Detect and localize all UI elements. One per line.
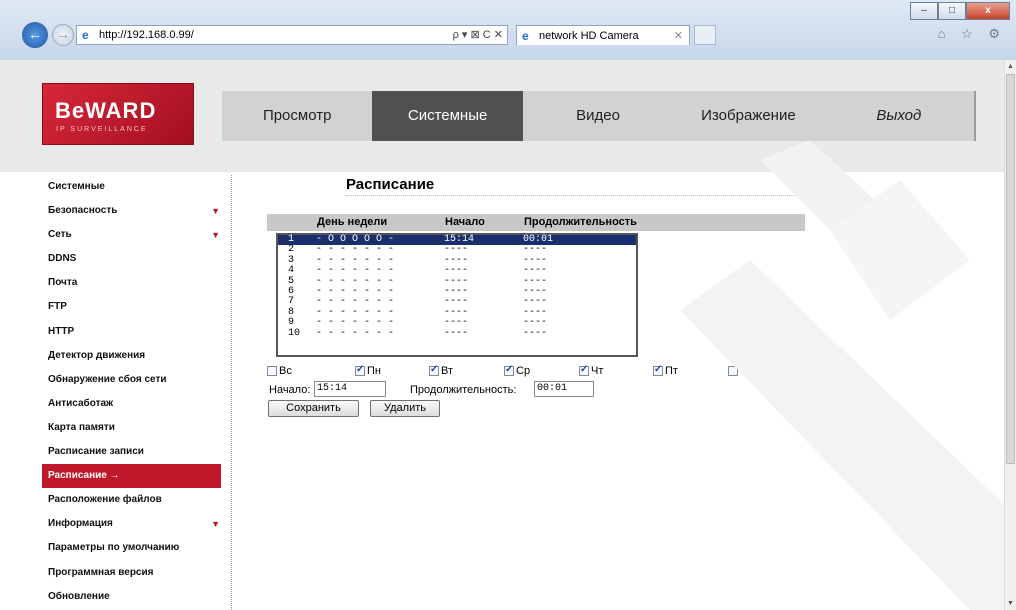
top-menu: Просмотр Системные Видео Изображение Вых…: [222, 91, 976, 141]
new-tab-button[interactable]: [694, 25, 716, 45]
sidebar-item-ddns[interactable]: DDNS: [42, 247, 232, 271]
expand-arrow-icon[interactable]: ▼: [211, 512, 220, 536]
logo-brand: BeWARD: [55, 98, 157, 123]
sidebar-item-label: Сеть: [48, 229, 72, 241]
checkbox-wed[interactable]: Ср: [504, 364, 530, 377]
tab-ie-icon: e: [522, 29, 529, 43]
checkbox-box[interactable]: [504, 364, 514, 376]
sidebar-item-ftp[interactable]: FTP: [42, 295, 232, 319]
schedule-list[interactable]: 1- O O O O O -15:14 00:01 2- - - - - - --…: [276, 233, 638, 357]
tab-close-icon[interactable]: ✕: [674, 29, 683, 42]
delete-button[interactable]: Удалить: [370, 400, 440, 417]
back-icon[interactable]: ←: [22, 22, 48, 48]
duration-label: Продолжительность:: [410, 384, 517, 396]
column-day: День недели: [317, 216, 388, 228]
maximize-button[interactable]: □: [938, 2, 966, 20]
sidebar-item-motion-detector[interactable]: Детектор движения: [42, 344, 232, 368]
sidebar-item-label: Параметры по умолчанию: [48, 542, 180, 554]
sidebar-item-label: Обновление: [48, 590, 110, 602]
sidebar-item-network-failure[interactable]: Обнаружение сбоя сети: [42, 368, 232, 392]
sidebar-item-security[interactable]: Безопасность ▼: [42, 199, 232, 223]
menu-video[interactable]: Видео: [523, 91, 673, 141]
web-page: BeWARD IP SURVEILLANCE Просмотр Системны…: [0, 60, 1004, 610]
expand-arrow-icon[interactable]: ▼: [211, 223, 220, 247]
sidebar-item-label: DDNS: [48, 253, 77, 265]
address-bar[interactable]: e http://192.168.0.99/ ρ ▾ ⊠ C ✕: [76, 25, 508, 45]
logo-tagline: IP SURVEILLANCE: [56, 126, 148, 133]
sidebar-item-network[interactable]: Сеть ▼: [42, 223, 232, 247]
address-controls-icon[interactable]: ρ ▾ ⊠ C ✕: [453, 28, 503, 41]
sidebar-item-update[interactable]: Обновление: [42, 585, 232, 609]
scrollbar-thumb[interactable]: [1006, 74, 1015, 464]
sidebar-item-firmware[interactable]: Программная версия: [42, 561, 232, 585]
page-title: Расписание: [346, 176, 435, 193]
browser-tab[interactable]: e network HD Camera ✕: [516, 25, 690, 45]
checkbox-box[interactable]: [429, 364, 439, 376]
sidebar-item-file-location[interactable]: Расположение файлов: [42, 488, 232, 512]
sidebar-item-label: Обнаружение сбоя сети: [48, 373, 167, 385]
menu-preview[interactable]: Просмотр: [222, 91, 372, 141]
vertical-scrollbar[interactable]: ▲ ▼: [1004, 60, 1016, 610]
sidebar-item-label: Почта: [48, 277, 78, 289]
sidebar-item-defaults[interactable]: Параметры по умолчанию: [42, 536, 232, 560]
sidebar-item-label: Расписание →: [48, 470, 120, 482]
column-start: Начало: [445, 216, 485, 228]
toolbar-icons[interactable]: ⌂ ☆ ⚙: [938, 26, 1006, 42]
sidebar-item-label: Расположение файлов: [48, 494, 162, 506]
expand-arrow-icon[interactable]: ▼: [211, 199, 220, 223]
menu-system[interactable]: Системные: [372, 91, 523, 141]
beward-watermark: [680, 140, 1004, 610]
checkbox-box[interactable]: [355, 364, 365, 376]
schedule-row[interactable]: 10- - - - - - - ---- ----: [278, 328, 636, 339]
duration-input[interactable]: 00:01: [534, 381, 594, 397]
sidebar-item-label: FTP: [48, 301, 67, 313]
tab-title: network HD Camera: [539, 30, 639, 42]
sidebar-divider: [231, 175, 232, 610]
sidebar-item-label: Информация: [48, 518, 113, 530]
sidebar-item-mail[interactable]: Почта: [42, 271, 232, 295]
sidebar-item-label: Карта памяти: [48, 421, 115, 433]
sidebar-item-info[interactable]: Информация ▼: [42, 512, 232, 536]
beward-logo: BeWARD IP SURVEILLANCE: [42, 83, 194, 145]
forward-icon[interactable]: →: [52, 24, 74, 46]
sidebar: Системные Безопасность ▼ Сеть ▼ DDNS Почта…: [42, 175, 232, 609]
sidebar-item-label: Системные: [48, 181, 105, 192]
sidebar-item-antisabotage[interactable]: Антисаботаж: [42, 392, 232, 416]
schedule-row[interactable]: 9- - - - - - - ---- ----: [278, 317, 636, 328]
menu-image[interactable]: Изображение: [673, 91, 823, 141]
sidebar-item-label: Безопасность: [48, 205, 118, 217]
scroll-down-icon[interactable]: ▼: [1007, 600, 1014, 607]
checkbox-sun[interactable]: Вс: [267, 365, 292, 377]
sidebar-item-label: Антисаботаж: [48, 397, 114, 409]
window-controls: – □ x: [910, 2, 1010, 20]
save-button[interactable]: Сохранить: [268, 400, 359, 417]
browser-chrome: – □ x ← → e http://192.168.0.99/ ρ ▾ ⊠ C…: [0, 0, 1016, 61]
checkbox-box[interactable]: [579, 364, 589, 376]
checkbox-thu[interactable]: Чт: [579, 364, 603, 377]
column-duration: Продолжительность: [524, 216, 637, 228]
menu-logout[interactable]: Выход: [824, 91, 974, 141]
start-input[interactable]: 15:14: [314, 381, 386, 397]
minimize-button[interactable]: –: [910, 2, 938, 20]
sidebar-item-system[interactable]: Системные: [42, 175, 232, 199]
address-url[interactable]: http://192.168.0.99/: [99, 29, 194, 41]
checkbox-tue[interactable]: Вт: [429, 364, 453, 377]
sidebar-item-label: Программная версия: [48, 566, 154, 578]
start-label: Начало:: [269, 384, 311, 396]
sidebar-item-label: Расписание записи: [48, 446, 144, 458]
sidebar-item-label: HTTP: [48, 325, 75, 337]
sidebar-item-record-schedule[interactable]: Расписание записи: [42, 440, 232, 464]
sidebar-item-http[interactable]: HTTP: [42, 320, 232, 344]
scroll-up-icon[interactable]: ▲: [1007, 63, 1014, 70]
checkbox-mon[interactable]: Пн: [355, 364, 381, 377]
sidebar-item-schedule[interactable]: Расписание →: [42, 464, 221, 489]
schedule-row[interactable]: 4- - - - - - - ---- ----: [278, 265, 636, 276]
ie-page-icon: e: [82, 28, 89, 42]
sidebar-item-label: Детектор движения: [48, 349, 146, 361]
checkbox-box[interactable]: [267, 366, 277, 376]
sidebar-item-memory-card[interactable]: Карта памяти: [42, 416, 232, 440]
close-window-button[interactable]: x: [966, 2, 1010, 20]
